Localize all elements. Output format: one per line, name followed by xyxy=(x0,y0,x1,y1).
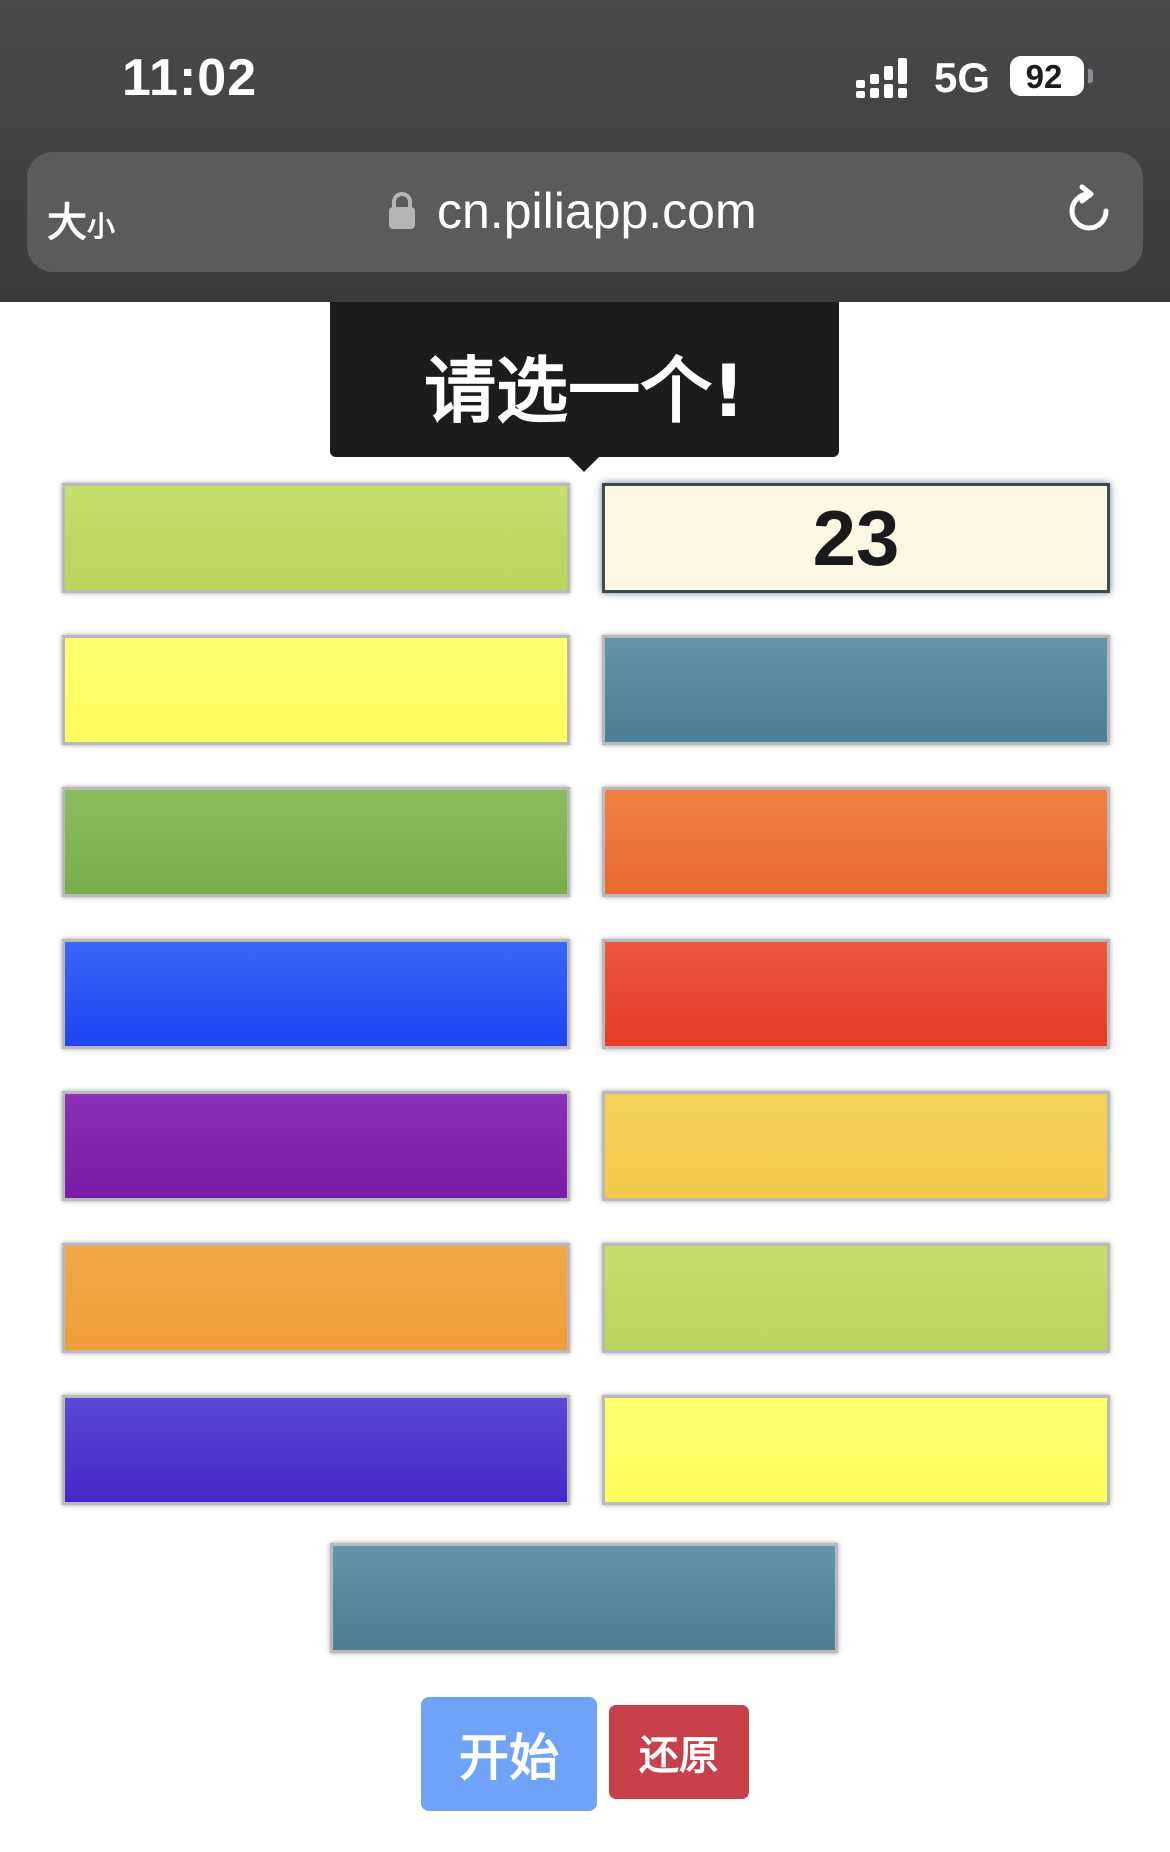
reset-button[interactable]: 还原 xyxy=(609,1705,749,1799)
tooltip: 请选一个! xyxy=(330,302,839,457)
lottery-card[interactable] xyxy=(62,635,570,745)
lottery-card[interactable] xyxy=(602,787,1110,897)
lottery-grid: 23 xyxy=(62,483,1110,1505)
signal-icon xyxy=(856,58,914,98)
url-bar[interactable]: 大小 cn.piliapp.com xyxy=(27,152,1143,272)
lottery-card[interactable] xyxy=(602,1243,1110,1353)
lottery-card[interactable] xyxy=(62,787,570,897)
start-button[interactable]: 开始 xyxy=(421,1697,597,1811)
lottery-card[interactable] xyxy=(62,483,570,593)
network-type: 5G xyxy=(934,54,991,101)
tooltip-text: 请选一个! xyxy=(424,349,745,433)
lottery-card[interactable] xyxy=(62,939,570,1049)
card-selected[interactable]: 23 xyxy=(602,483,1110,593)
text-size-button[interactable]: 大小 xyxy=(47,190,115,248)
lottery-card[interactable] xyxy=(602,1091,1110,1201)
url-text[interactable]: cn.piliapp.com xyxy=(437,182,757,240)
bottom-card[interactable] xyxy=(330,1543,838,1653)
battery-level: 92 xyxy=(1025,58,1063,95)
lock-icon xyxy=(387,191,417,231)
lottery-card[interactable] xyxy=(62,1395,570,1505)
status-bar: 11:02 5G 92 xyxy=(0,0,1170,150)
browser-chrome: 11:02 5G 92 大小 cn.piliapp.com xyxy=(0,0,1170,302)
lottery-card[interactable] xyxy=(602,939,1110,1049)
reload-icon[interactable] xyxy=(1062,184,1116,238)
text-size-big: 大 xyxy=(47,200,87,246)
battery-icon: 92 xyxy=(1010,56,1084,96)
lottery-card[interactable] xyxy=(62,1091,570,1201)
tooltip-arrow xyxy=(568,456,600,472)
text-size-small: 小 xyxy=(87,210,116,243)
lottery-card[interactable] xyxy=(602,635,1110,745)
lottery-card[interactable] xyxy=(62,1243,570,1353)
battery-cap xyxy=(1088,69,1093,83)
status-time: 11:02 xyxy=(122,49,258,107)
lottery-card[interactable] xyxy=(602,1395,1110,1505)
